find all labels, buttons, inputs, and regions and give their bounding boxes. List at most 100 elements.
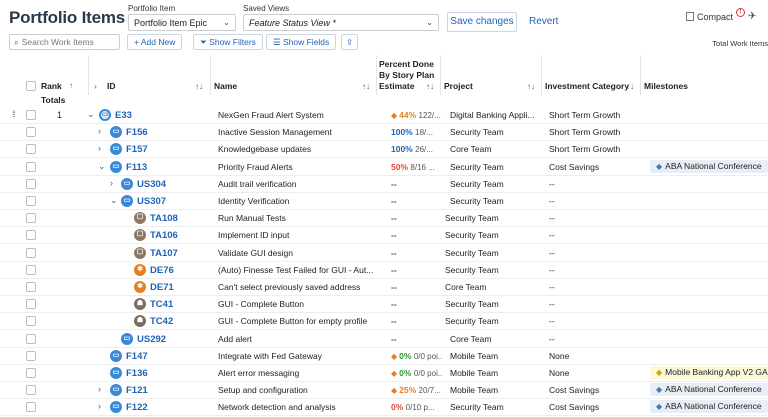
milestone-tag[interactable]: ◆ ABA National Conference [650, 400, 768, 414]
row-checkbox[interactable] [26, 144, 36, 155]
revert-button[interactable]: Revert [529, 16, 558, 27]
work-item-id-link[interactable]: DE76 [150, 265, 174, 276]
select-all-checkbox[interactable] [26, 81, 36, 91]
row-checkbox[interactable] [26, 368, 36, 378]
work-item-id-link[interactable]: TA107 [150, 248, 178, 259]
add-new-button[interactable]: + Add New [127, 34, 183, 50]
row-checkbox[interactable] [26, 110, 36, 120]
row-checkbox[interactable] [26, 333, 36, 344]
work-item-id-link[interactable]: F147 [126, 351, 148, 362]
expand-chevron-icon[interactable]: › [98, 143, 101, 153]
project-cell: Core Team [450, 333, 492, 344]
work-item-id-link[interactable]: US304 [137, 179, 166, 190]
table-row[interactable]: ⁞⁞ 1 ⌄ ▭ E33 NexGen Fraud Alert System ◆ 44% 12… [0, 107, 768, 124]
work-item-id-link[interactable]: US307 [137, 196, 166, 207]
row-checkbox[interactable] [26, 299, 36, 310]
collapse-chevron-icon[interactable]: ⌄ [98, 161, 106, 172]
show-filters-button[interactable]: ⏷ Show Filters [193, 34, 263, 50]
column-divider [640, 55, 641, 95]
expand-chevron-icon[interactable]: › [110, 178, 113, 188]
work-item-id-link[interactable]: TA106 [150, 230, 178, 241]
rank-column-header[interactable]: Rank ↑ [41, 81, 73, 91]
table-row[interactable]: › ▭ F122 Network detection and analysis 0% 0… [0, 399, 768, 417]
work-item-id-link[interactable]: F121 [126, 385, 148, 396]
milestones-column-header[interactable]: Milestones [644, 81, 688, 91]
save-changes-button[interactable]: Save changes [447, 12, 517, 32]
task-icon: ☐ [134, 212, 146, 225]
work-item-id-link[interactable]: F122 [126, 402, 148, 413]
work-item-id-link[interactable]: F156 [126, 127, 148, 138]
row-checkbox[interactable] [26, 247, 36, 258]
name-column-header[interactable]: Name [214, 81, 237, 91]
milestone-tag[interactable]: ◆ Mobile Banking App V2 GA [650, 366, 768, 379]
row-checkbox[interactable] [26, 213, 36, 224]
work-item-id-link[interactable]: F113 [126, 162, 147, 173]
sort-icon[interactable]: ↑↓ [362, 82, 370, 91]
portfolio-item-select[interactable]: Portfolio Item Epic ⌄ [128, 14, 236, 31]
project-cell: Core Team [445, 282, 487, 292]
collapse-chevron-icon[interactable]: ⌄ [110, 195, 118, 206]
compact-label: Compact [697, 12, 734, 22]
sort-icon[interactable]: ↑↓ [527, 82, 535, 91]
work-item-id-link[interactable]: F136 [126, 368, 148, 379]
row-checkbox[interactable] [26, 161, 36, 172]
sort-icon[interactable]: ↑↓ [195, 82, 203, 91]
search-input[interactable]: ⌕ Search Work Items [9, 34, 120, 50]
row-checkbox[interactable] [26, 350, 36, 361]
table-row[interactable]: ⌄ ▭ F113 Priority Fraud Alerts 50% 8/16 ... S… [0, 159, 768, 176]
row-checkbox[interactable] [26, 196, 36, 206]
milestone-tag[interactable]: ◆ ABA National Conference [650, 383, 768, 397]
work-item-id-link[interactable]: TC42 [150, 316, 173, 327]
row-checkbox[interactable] [26, 264, 36, 275]
row-checkbox[interactable] [26, 316, 36, 327]
sort-icon[interactable]: ↑↓ [426, 82, 434, 91]
row-checkbox[interactable] [26, 402, 36, 413]
table-row[interactable]: › ▭ US304 Audit trail verification -- Securi… [0, 176, 768, 193]
table-row[interactable]: ☗ TC42 GUI - Complete Button for empty pro… [0, 313, 768, 331]
export-button[interactable]: ⇪ [341, 34, 359, 50]
work-item-id-link[interactable]: F157 [126, 144, 148, 155]
table-row[interactable]: ☐ TA107 Validate GUI design -- Security Tea… [0, 245, 768, 262]
milestone-tag[interactable]: ◆ ABA National Conference [650, 159, 768, 173]
investment-category-cell: Short Term Growth [549, 127, 621, 138]
table-row[interactable]: ☐ TA108 Run Manual Tests -- Security Team -- [0, 210, 768, 228]
row-checkbox[interactable] [26, 385, 36, 396]
table-row[interactable]: ▭ F147 Integrate with Fed Gateway ◆ 0% 0/0 p… [0, 348, 768, 365]
table-row[interactable]: ⌄ ▭ US307 Identity Verification -- Security … [0, 193, 768, 210]
id-column-header[interactable]: ID [107, 81, 116, 91]
row-checkbox[interactable] [26, 178, 36, 189]
percent-done-cell: ◆ 0% 0/0 poi... [391, 351, 443, 361]
show-fields-button[interactable]: ☰ Show Fields [266, 34, 337, 50]
expand-all-icon[interactable]: › [94, 81, 97, 91]
expand-chevron-icon[interactable]: › [98, 126, 101, 136]
row-checkbox[interactable] [26, 127, 36, 138]
percent-detail: 26/... [415, 145, 433, 155]
collapse-chevron-icon[interactable]: ⌄ [87, 109, 95, 120]
table-row[interactable]: ✱ DE71 Can't select previously saved addre… [0, 279, 768, 296]
expand-chevron-icon[interactable]: › [98, 384, 101, 394]
table-row[interactable]: ☗ TC41 GUI - Complete Button -- Security Te… [0, 296, 768, 314]
work-item-id-link[interactable]: TC41 [150, 299, 173, 310]
drag-handle-icon[interactable]: ⁞⁞ [12, 109, 15, 119]
work-item-id-link[interactable]: DE71 [150, 282, 174, 293]
work-item-id-link[interactable]: E33 [115, 110, 132, 121]
row-checkbox[interactable] [26, 282, 36, 292]
table-row[interactable]: ▭ US292 Add alert -- Core Team -- [0, 331, 768, 348]
table-row[interactable]: › ▭ F156 Inactive Session Management 100% 18… [0, 124, 768, 142]
table-row[interactable]: ☐ TA106 Implement ID input -- Security Team… [0, 227, 768, 245]
pin-icon[interactable]: ✈ [748, 11, 756, 22]
compact-toggle[interactable]: Compact ! [686, 8, 745, 22]
row-checkbox[interactable] [26, 230, 36, 241]
investment-column-header[interactable]: Investment Category [545, 81, 629, 91]
table-row[interactable]: ✱ DE76 (Auto) Finesse Test Failed for GUI … [0, 262, 768, 279]
percent-detail: 122/... [418, 111, 441, 120]
table-row[interactable]: ▭ F136 Alert error messaging ◆ 0% 0/0 poi...… [0, 365, 768, 382]
project-column-header[interactable]: Project [444, 81, 473, 91]
saved-views-select[interactable]: Feature Status View * ⌄ [243, 14, 439, 31]
work-item-id-link[interactable]: TA108 [150, 213, 178, 224]
expand-chevron-icon[interactable]: › [98, 401, 101, 411]
sort-icon[interactable]: ↑↓ [626, 82, 634, 91]
table-row[interactable]: › ▭ F157 Knowledgebase updates 100% 26/... Co… [0, 141, 768, 159]
table-row[interactable]: › ▭ F121 Setup and configuration ◆ 25% 20/7..… [0, 382, 768, 400]
work-item-id-link[interactable]: US292 [137, 334, 166, 345]
